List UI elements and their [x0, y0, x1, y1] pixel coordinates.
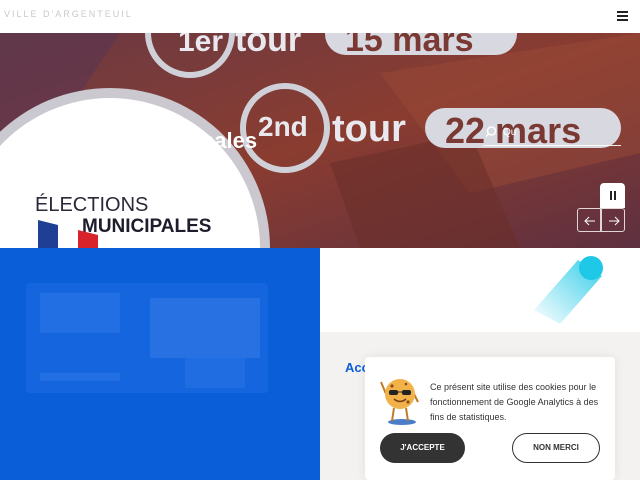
- pause-icon: [610, 191, 612, 200]
- arrow-left-icon: [584, 216, 595, 226]
- previous-slide-button[interactable]: [577, 208, 601, 232]
- hero-logo-line2: MUNICIPALES: [82, 216, 211, 237]
- hero-logo-line1: ÉLECTIONS: [35, 193, 148, 216]
- next-slide-button[interactable]: [601, 208, 625, 232]
- search-input[interactable]: [503, 124, 613, 140]
- site-logo-text[interactable]: VILLE D'ARGENTEUIL: [4, 9, 133, 19]
- cookie-banner: Ce présent site utilise des cookies pour…: [365, 357, 615, 480]
- hero-first-round-number: 1er: [178, 33, 223, 58]
- cookie-mascot-icon: [380, 379, 419, 425]
- hero-second-round-number: 2nd: [258, 111, 308, 142]
- arrow-right-icon: [609, 216, 620, 226]
- news-panel: [0, 248, 320, 480]
- hero-second-round-label: tour: [332, 108, 406, 150]
- decline-cookies-button[interactable]: NON MERCI: [512, 433, 600, 463]
- pause-button[interactable]: [600, 183, 625, 208]
- hero-first-round-label: tour: [235, 33, 301, 59]
- decorative-comet-icon: [534, 256, 603, 324]
- search-icon[interactable]: [485, 126, 497, 138]
- hero-first-round-date: 15 mars: [345, 33, 474, 59]
- decoration-area: [320, 248, 640, 332]
- accept-cookies-button[interactable]: J'ACCEPTE: [380, 433, 465, 463]
- hero-slider: 1er tour 15 mars 2nd tour 22 mars ÉLECTI…: [0, 33, 640, 248]
- search-bar: [483, 123, 621, 146]
- site-header: VILLE D'ARGENTEUIL: [0, 0, 640, 33]
- cookie-message: Ce présent site utilise des cookies pour…: [430, 382, 599, 422]
- news-card-image: [26, 283, 268, 393]
- hamburger-menu-icon[interactable]: [617, 10, 628, 21]
- hero-title[interactable]: Elections municipales: [26, 128, 257, 154]
